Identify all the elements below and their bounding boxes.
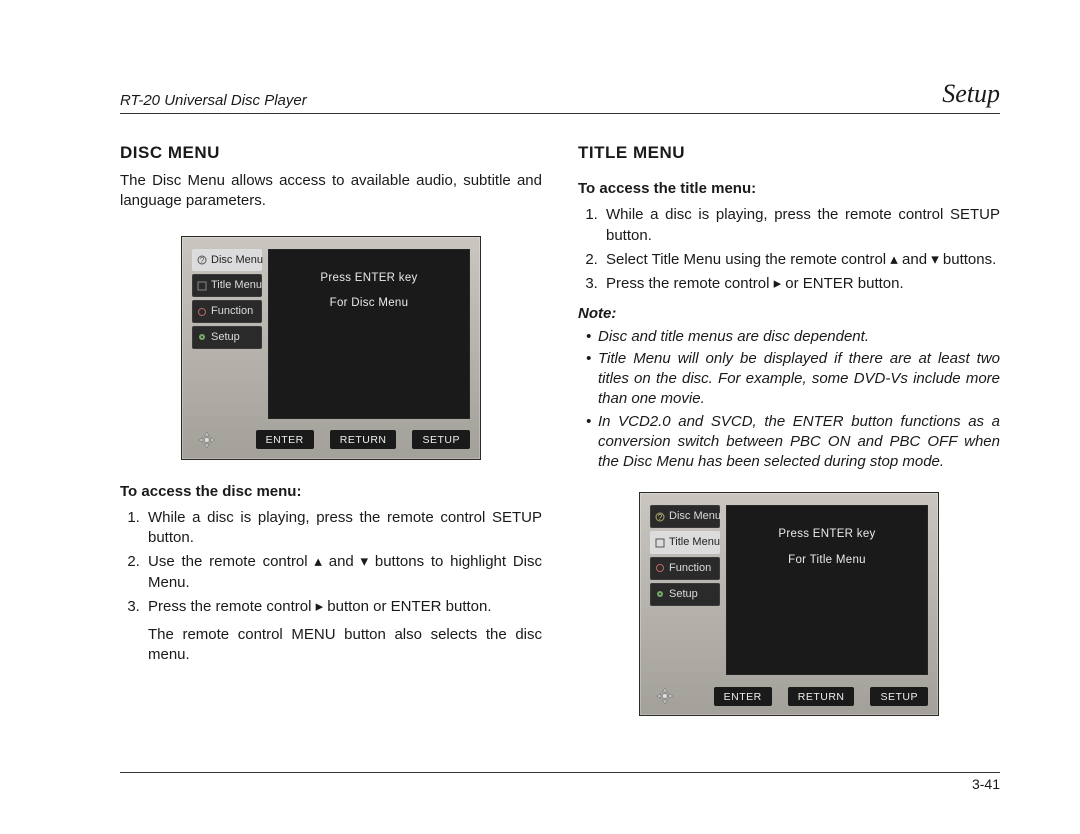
heading-title-menu: TITLE MENU <box>578 142 1000 165</box>
list-item: Title Menu will only be displayed if the… <box>588 349 1000 410</box>
function-icon <box>197 307 207 317</box>
dpad-icon <box>656 685 674 707</box>
osd-tab-function: Function <box>650 557 720 580</box>
chip-setup: SETUP <box>870 687 928 706</box>
osd-stage: ? Disc Menu Title Menu Function <box>650 505 928 675</box>
osd-tab-label: Disc Menu <box>669 509 721 524</box>
list-item: Press the remote control ▸ or ENTER butt… <box>602 274 1000 294</box>
gear-icon <box>655 589 665 599</box>
column-disc-menu: DISC MENU The Disc Menu allows access to… <box>120 132 542 738</box>
title-access-heading: To access the title menu: <box>578 179 1000 199</box>
figure-disc-menu-screen: ? Disc Menu Title Menu Function <box>181 236 481 460</box>
disc-access-heading: To access the disc menu: <box>120 482 542 502</box>
figure-title-menu-screen: ? Disc Menu Title Menu Function <box>639 492 939 716</box>
osd-content: Press ENTER key For Disc Menu <box>268 249 470 419</box>
page-header: RT-20 Universal Disc Player Setup <box>120 76 1000 114</box>
osd-stage: ? Disc Menu Title Menu Function <box>192 249 470 419</box>
section-title: Setup <box>942 76 1000 111</box>
list-item: Use the remote control ▴ and ▾ buttons t… <box>144 552 542 593</box>
gear-icon <box>197 332 207 342</box>
list-item: Press the remote control ▸ button or ENT… <box>144 597 542 617</box>
svg-text:?: ? <box>658 513 663 522</box>
dpad-icon <box>198 429 216 451</box>
question-icon: ? <box>655 512 665 522</box>
osd-tab-setup: Setup <box>650 583 720 606</box>
osd-line1: Press ENTER key <box>320 271 417 287</box>
page-number: 3-41 <box>972 776 1000 792</box>
page-footer: 3-41 <box>120 772 1000 794</box>
osd-tab-label: Function <box>211 304 253 319</box>
list-icon <box>655 538 665 548</box>
osd-tab-setup: Setup <box>192 326 262 349</box>
osd-sidebar: ? Disc Menu Title Menu Function <box>650 505 720 675</box>
disc-access-steps: While a disc is playing, press the remot… <box>120 508 542 617</box>
osd-tab-function: Function <box>192 300 262 323</box>
osd-tab-disc-menu: ? Disc Menu <box>650 505 720 528</box>
list-item: While a disc is playing, press the remot… <box>602 205 1000 246</box>
osd-tab-label: Disc Menu <box>211 253 263 268</box>
osd-tab-label: Title Menu <box>211 278 262 293</box>
osd-line2: For Disc Menu <box>330 296 409 312</box>
notes-list: Disc and title menus are disc dependent.… <box>578 327 1000 473</box>
column-title-menu: TITLE MENU To access the title menu: Whi… <box>578 132 1000 738</box>
osd-line2: For Title Menu <box>788 553 866 569</box>
osd-tab-title-menu: Title Menu <box>650 531 720 554</box>
osd-tab-title-menu: Title Menu <box>192 274 262 297</box>
osd-bottombar: ENTER RETURN SETUP <box>192 429 470 451</box>
osd-content: Press ENTER key For Title Menu <box>726 505 928 675</box>
body-columns: DISC MENU The Disc Menu allows access to… <box>120 132 1000 738</box>
osd-frame: ? Disc Menu Title Menu Function <box>639 492 939 716</box>
osd-chips: ENTER RETURN SETUP <box>714 687 928 706</box>
question-icon: ? <box>197 255 207 265</box>
osd-chips: ENTER RETURN SETUP <box>256 430 470 449</box>
osd-frame: ? Disc Menu Title Menu Function <box>181 236 481 460</box>
disc-menu-intro: The Disc Menu allows access to available… <box>120 171 542 212</box>
list-item: Disc and title menus are disc dependent. <box>588 327 1000 347</box>
disc-trailing-note: The remote control MENU button also sele… <box>148 625 542 666</box>
list-item: Select Title Menu using the remote contr… <box>602 250 1000 270</box>
osd-sidebar: ? Disc Menu Title Menu Function <box>192 249 262 419</box>
chip-return: RETURN <box>330 430 397 449</box>
title-access-steps: While a disc is playing, press the remot… <box>578 205 1000 294</box>
list-icon <box>197 281 207 291</box>
chip-enter: ENTER <box>256 430 314 449</box>
svg-text:?: ? <box>200 256 205 265</box>
osd-line1: Press ENTER key <box>778 527 875 543</box>
manual-page: RT-20 Universal Disc Player Setup DISC M… <box>0 0 1080 834</box>
note-label: Note: <box>578 304 1000 324</box>
osd-tab-label: Setup <box>211 330 240 345</box>
osd-bottombar: ENTER RETURN SETUP <box>650 685 928 707</box>
chip-enter: ENTER <box>714 687 772 706</box>
osd-tab-label: Setup <box>669 587 698 602</box>
osd-tab-label: Title Menu <box>669 535 720 550</box>
osd-tab-label: Function <box>669 561 711 576</box>
osd-tab-disc-menu: ? Disc Menu <box>192 249 262 272</box>
function-icon <box>655 563 665 573</box>
list-item: In VCD2.0 and SVCD, the ENTER button fun… <box>588 412 1000 473</box>
product-name: RT-20 Universal Disc Player <box>120 91 307 111</box>
heading-disc-menu: DISC MENU <box>120 142 542 165</box>
list-item: While a disc is playing, press the remot… <box>144 508 542 549</box>
chip-setup: SETUP <box>412 430 470 449</box>
chip-return: RETURN <box>788 687 855 706</box>
